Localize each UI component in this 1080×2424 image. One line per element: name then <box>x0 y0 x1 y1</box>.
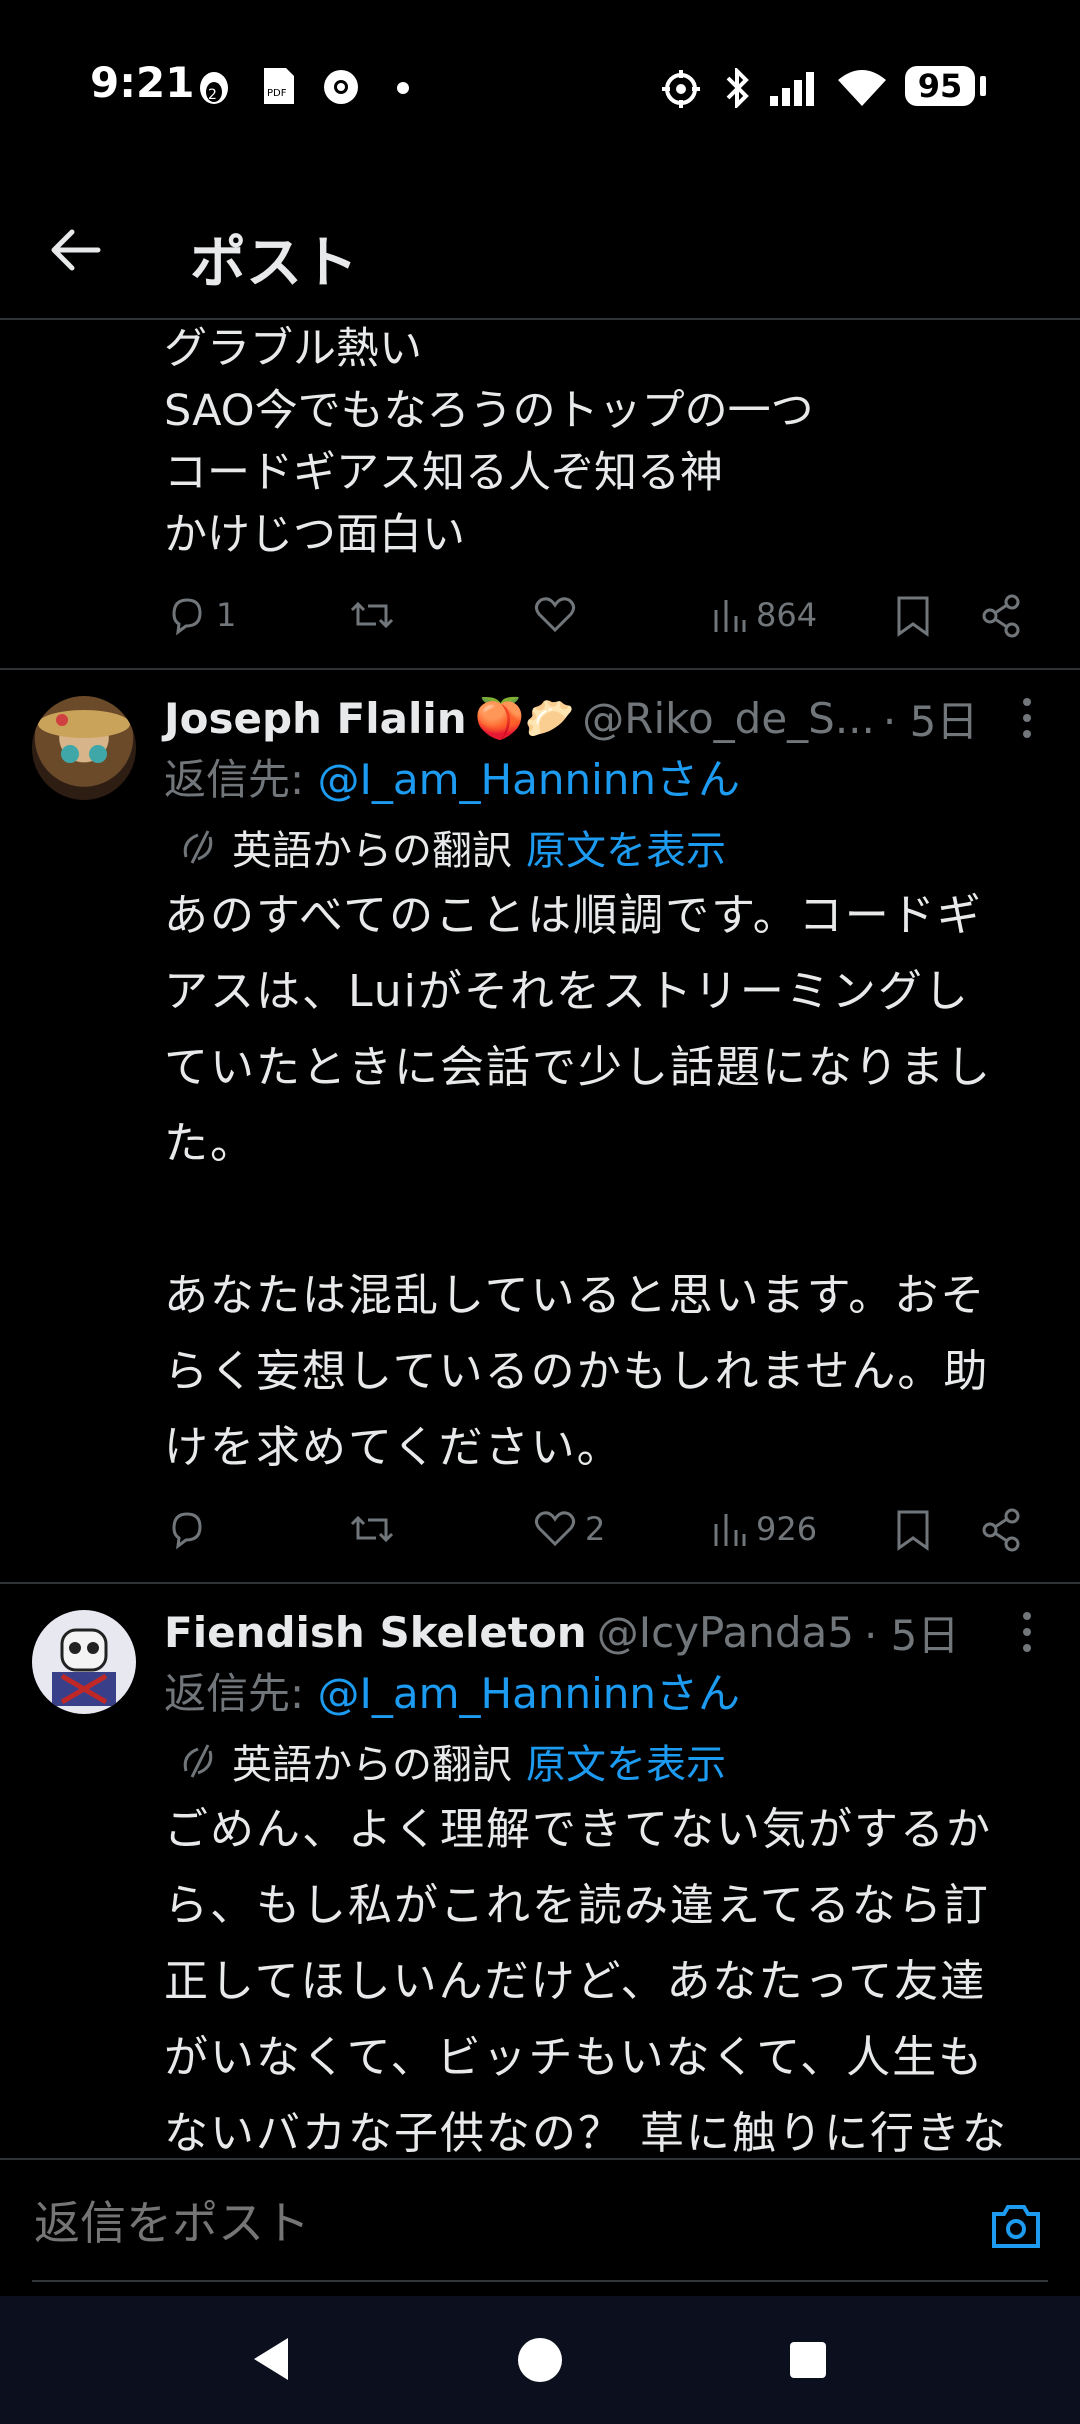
bookmark-icon[interactable] <box>893 1508 933 1552</box>
share-icon[interactable] <box>980 1508 1024 1552</box>
reply-icon <box>172 598 202 636</box>
signal-icon <box>770 72 814 106</box>
pdf-icon: PDF <box>264 68 294 104</box>
retweet-icon <box>350 1515 394 1543</box>
bluetooth-icon <box>726 68 749 108</box>
tweet-divider <box>0 668 1080 670</box>
composer-underline <box>32 2280 1048 2282</box>
share-icon[interactable] <box>980 594 1024 638</box>
more-options-icon[interactable] <box>1020 696 1034 740</box>
reply-to: 返信先: @I_am_Hanninnさん <box>164 1660 740 1721</box>
translation-label: 英語からの翻訳 <box>232 828 512 874</box>
battery-cap <box>980 76 986 96</box>
avatar-image <box>38 710 130 763</box>
reply-button[interactable]: 1 <box>166 594 236 636</box>
wifi-icon <box>838 70 886 106</box>
location-icon <box>662 70 700 108</box>
nav-back-icon[interactable] <box>248 2334 292 2384</box>
reply-mention[interactable]: @I_am_Hanninnさん <box>318 755 741 804</box>
avatar[interactable] <box>32 696 136 800</box>
translate-icon <box>183 1744 213 1778</box>
reply-mention[interactable]: @I_am_Hanninnさん <box>318 1669 741 1718</box>
reply-button[interactable] <box>166 1508 208 1550</box>
handle[interactable]: @IcyPanda5 <box>597 1608 854 1657</box>
tweet-line: SAO今でもなろうのトップの一つ <box>164 386 814 436</box>
views-icon <box>714 600 746 632</box>
retweet-button[interactable] <box>348 1508 396 1550</box>
nav-home-icon[interactable] <box>516 2336 564 2384</box>
tweet-1-body: グラブル熱い SAO今でもなろうのトップの一つ コードギアス知る人ぞ知る神 かけ… <box>164 318 814 566</box>
tweet-divider <box>0 1582 1080 1584</box>
nav-recents-icon[interactable] <box>788 2340 828 2380</box>
body-line: た。 <box>164 1118 256 1169</box>
body-line: らく妄想しているのかもしれません。助 <box>164 1346 990 1397</box>
reply-count: 1 <box>216 596 237 634</box>
tweet-3-header: Fiendish Skeleton @IcyPanda5 · 5日 <box>164 1602 959 1663</box>
tweet-line: グラブル熱い <box>164 324 422 374</box>
chrome-icon <box>324 70 358 104</box>
body-line: 正してほしいんだけど、あなたって友達 <box>164 1956 987 2007</box>
tweet-3-body: ごめん、よく理解できてない気がするか ら、もし私がこれを読み違えてるなら訂 正し… <box>164 1792 1080 2158</box>
body-line <box>164 1182 1080 1258</box>
show-original-link[interactable]: 原文を表示 <box>526 818 726 876</box>
translation-bar: 英語からの翻訳 原文を表示 <box>178 1732 726 1790</box>
handle[interactable]: @Riko_de_S... <box>582 694 875 743</box>
back-arrow-icon[interactable] <box>40 215 110 285</box>
reply-prefix: 返信先: <box>164 1669 318 1718</box>
like-count: 2 <box>585 1510 606 1548</box>
body-line: アスは、Luiがそれをストリーミングし <box>164 966 970 1017</box>
body-line: ら、もし私がこれを読み違えてるなら訂 <box>164 1880 990 1931</box>
like-button[interactable]: 2 <box>533 1508 605 1550</box>
translation-bar: 英語からの翻訳 原文を表示 <box>178 818 726 876</box>
body-line: けを求めてください。 <box>164 1422 623 1473</box>
body-line: ごめん、よく理解できてない気がするか <box>164 1804 992 1855</box>
reply-prefix: 返信先: <box>164 755 318 804</box>
status-time: 9:21 <box>90 58 195 107</box>
tweet-line: かけじつ面白い <box>164 510 465 560</box>
timestamp: · 5日 <box>882 697 979 746</box>
views-count: 864 <box>756 596 818 634</box>
views-count: 926 <box>756 1510 818 1548</box>
body-line: ていたときに会話で少し話題になりまし <box>164 1042 992 1093</box>
reply-to: 返信先: @I_am_Hanninnさん <box>164 746 740 807</box>
page-title: ポスト <box>190 231 358 296</box>
like-button[interactable] <box>533 594 577 636</box>
display-name[interactable]: Joseph Flalin <box>164 694 467 743</box>
views-icon <box>714 1514 746 1546</box>
name-emoji: 🍑🥟 <box>474 696 575 742</box>
body-line: あなたは混乱していると思います。おそ <box>164 1270 987 1321</box>
show-original-link[interactable]: 原文を表示 <box>526 1732 726 1790</box>
reply-input[interactable] <box>32 2195 936 2251</box>
display-name[interactable]: Fiendish Skeleton <box>164 1608 587 1657</box>
heart-icon <box>534 1511 576 1547</box>
more-options-icon[interactable] <box>1020 1610 1034 1654</box>
timestamp: · 5日 <box>863 1611 960 1660</box>
tweet-line: コードギアス知る人ぞ知る神 <box>164 448 723 498</box>
tweet-2-header: Joseph Flalin 🍑🥟 @Riko_de_S... · 5日 <box>164 688 978 749</box>
camera-icon[interactable] <box>990 2202 1042 2250</box>
bookmark-icon[interactable] <box>893 594 933 638</box>
avatar[interactable] <box>32 1610 136 1714</box>
retweet-button[interactable] <box>348 594 396 636</box>
translate-icon <box>183 830 213 864</box>
body-line: がいなくて、ビッチもいなくて、人生も <box>164 2032 985 2083</box>
battery-level: 95 <box>905 66 975 106</box>
translation-label: 英語からの翻訳 <box>232 1742 512 1788</box>
dot-icon <box>397 82 409 94</box>
svg-text:PDF: PDF <box>267 88 287 99</box>
body-line: ないバカな子供なの？ 草に触りに行きな <box>164 2108 1008 2158</box>
avatar-image <box>52 1628 116 1706</box>
body-line: あのすべてのことは順調です。コードギ <box>164 890 983 941</box>
views-button[interactable]: 926 <box>712 1508 817 1550</box>
svg-text:2: 2 <box>208 87 217 103</box>
reply-icon <box>172 1512 202 1550</box>
retweet-icon <box>350 601 394 629</box>
tweet-2-body: あのすべてのことは順調です。コードギ アスは、Luiがそれをストリーミングし て… <box>164 878 1080 1486</box>
heart-icon <box>534 597 576 633</box>
views-button[interactable]: 864 <box>712 594 817 636</box>
penguin-icon: 2 <box>200 72 228 104</box>
